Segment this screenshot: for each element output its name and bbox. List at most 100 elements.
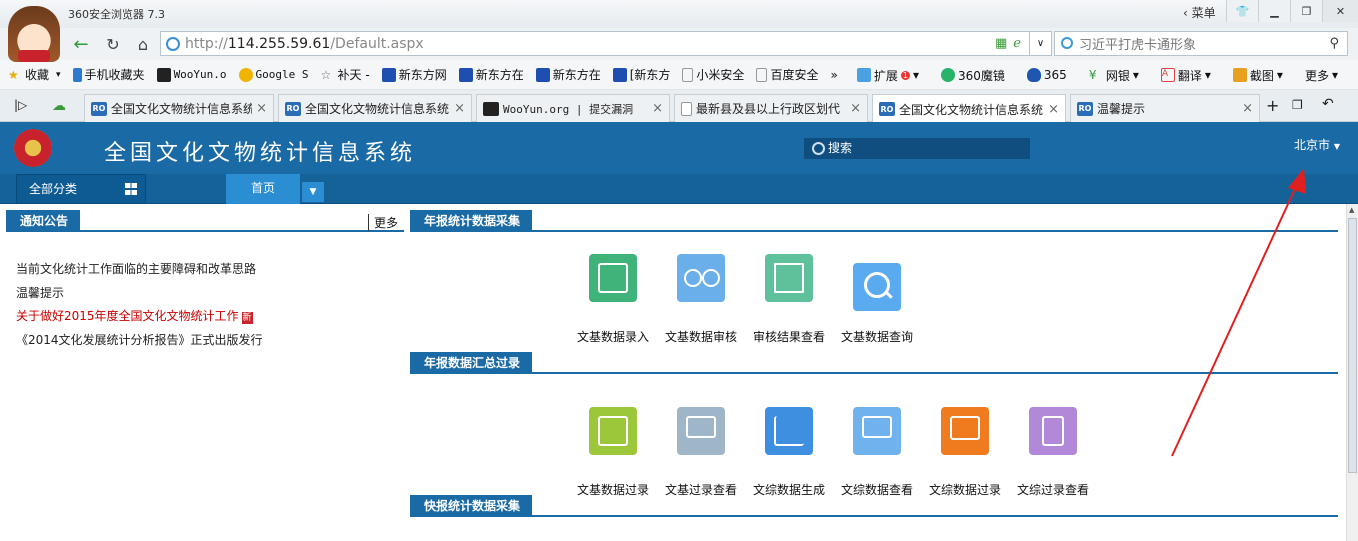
tab-favicon xyxy=(483,101,499,116)
wooyun-icon xyxy=(156,67,171,82)
region-selector[interactable]: 北京市 ▼ xyxy=(1294,136,1340,153)
user-avatar[interactable] xyxy=(8,6,60,62)
shield-icon xyxy=(1026,68,1041,82)
url-input[interactable]: http://114.255.59.61/Default.aspx ▦ ℯ xyxy=(160,31,1030,56)
back-icon[interactable]: ← xyxy=(68,32,94,56)
tile-basic-transcribe-view[interactable]: 文基过录查看 xyxy=(656,407,746,498)
fav-overflow-icon[interactable]: » xyxy=(830,68,837,82)
fav-item[interactable]: ☆ 补天 - xyxy=(321,66,370,83)
close-tab-icon[interactable]: × xyxy=(1048,102,1059,117)
site-header: 全国文化文物统计信息系统 搜索 北京市 ▼ xyxy=(0,122,1358,174)
more-link[interactable]: 更多 xyxy=(367,214,398,231)
url-dropdown-icon[interactable]: ∨ xyxy=(1030,31,1052,56)
browser-tab[interactable]: RO 全国文化文物统计信息系统 × xyxy=(84,94,274,122)
all-categories-button[interactable]: 全部分类 xyxy=(16,174,146,204)
close-tab-icon[interactable]: × xyxy=(652,101,663,116)
sidebar-toggle-icon[interactable]: |▷ xyxy=(14,98,27,112)
close-icon[interactable]: ✕ xyxy=(1322,0,1358,22)
online-banking-button[interactable]: ¥ 网银 ▾ xyxy=(1089,67,1139,84)
chevron-down-icon[interactable]: ▼ xyxy=(302,182,324,202)
national-emblem-icon xyxy=(14,129,52,167)
fav-item[interactable]: 新东方网 xyxy=(381,66,447,83)
browser-titlebar: 360安全浏览器 7.3 ‹ 菜单 👕 ▁ ❐ ✕ xyxy=(0,0,1358,28)
skin-icon[interactable]: 👕 xyxy=(1226,0,1258,22)
fav-item[interactable]: 新东方在 xyxy=(535,66,601,83)
fav-item[interactable]: 手机收藏夹 xyxy=(72,66,145,83)
notice-item[interactable]: 温馨提示 xyxy=(16,282,263,306)
globe-icon xyxy=(166,37,180,51)
google-icon xyxy=(238,67,253,82)
cloud-icon[interactable]: ☁ xyxy=(52,98,66,114)
translate-button[interactable]: A 翻译 ▾ xyxy=(1160,67,1211,84)
tab-home[interactable]: 首页 xyxy=(226,174,300,204)
bar-chart-icon xyxy=(941,407,989,455)
tile-basic-data-entry[interactable]: 文基数据录入 xyxy=(568,254,658,345)
tile-composite-data-view[interactable]: 文综数据查看 xyxy=(832,407,922,498)
system-title: 全国文化文物统计信息系统 xyxy=(104,141,417,166)
search-input[interactable]: 习近平打虎卡通形象 ⚲ xyxy=(1054,31,1348,56)
chart-area-icon xyxy=(589,407,637,455)
main-content: 通知公告 更多 当前文化统计工作面临的主要障碍和改革思路 温馨提示 关于做好20… xyxy=(0,204,1346,541)
close-tab-icon[interactable]: × xyxy=(256,101,267,116)
tab-favicon xyxy=(681,101,692,116)
scroll-up-icon[interactable]: ▲ xyxy=(1349,206,1354,214)
browser-tab[interactable]: RO 全国文化文物统计信息系统 × xyxy=(278,94,472,122)
phone-icon xyxy=(72,67,82,82)
section-header: 年报数据汇总过录 xyxy=(410,352,1338,374)
ie-mode-icon[interactable]: ℯ xyxy=(1013,36,1021,51)
qrcode-icon[interactable]: ▦ xyxy=(995,36,1007,51)
magic-mirror-button[interactable]: 360魔镜 xyxy=(941,67,1005,84)
browser-tab[interactable]: WooYun.org | 提交漏洞 × xyxy=(476,94,670,122)
365-button[interactable]: 365 xyxy=(1026,68,1067,82)
paw-icon xyxy=(458,67,473,82)
magnifier-icon xyxy=(853,263,901,311)
monitor-search-icon xyxy=(677,407,725,455)
tile-basic-data-query[interactable]: 文基数据查询 xyxy=(832,263,922,345)
browser-tab[interactable]: 最新县及县以上行政区划代 × xyxy=(674,94,868,122)
tile-composite-data-generate[interactable]: 文综数据生成 xyxy=(744,407,834,498)
extensions-button[interactable]: 扩展 1 ▾ xyxy=(856,67,919,84)
search-icon[interactable]: ⚲ xyxy=(1329,36,1339,51)
close-tab-icon[interactable]: × xyxy=(454,101,465,116)
tab-bar: |▷ ☁ RO 全国文化文物统计信息系统 × RO 全国文化文物统计信息系统 × Woo… xyxy=(0,90,1358,123)
paw-icon xyxy=(612,67,627,82)
screenshot-button[interactable]: 截图 ▾ xyxy=(1232,67,1283,84)
favorites-button[interactable]: ★ 收藏 ▾ xyxy=(8,66,61,83)
notice-item[interactable]: 当前文化统计工作面临的主要障碍和改革思路 xyxy=(16,258,263,282)
vertical-scrollbar[interactable]: ▲ xyxy=(1346,204,1358,541)
tile-review-result[interactable]: 审核结果查看 xyxy=(744,254,834,345)
close-tab-icon[interactable]: × xyxy=(850,101,861,116)
fav-item[interactable]: Google S xyxy=(238,67,309,82)
glasses-icon xyxy=(677,254,725,302)
maximize-icon[interactable]: ❐ xyxy=(1290,0,1322,22)
browser-tab-active[interactable]: RO 全国文化文物统计信息系统 × xyxy=(872,94,1066,123)
refresh-icon[interactable]: ↻ xyxy=(100,32,126,56)
fav-item[interactable]: WooYun.o xyxy=(156,67,227,82)
new-tab-icon[interactable]: + xyxy=(1266,96,1279,115)
fav-item[interactable]: 百度安全 xyxy=(756,66,818,83)
notice-item[interactable]: 《2014文化发展统计分析报告》正式出版发行 xyxy=(16,329,263,353)
tile-basic-data-transcribe[interactable]: 文基数据过录 xyxy=(568,407,658,498)
tile-composite-data-transcribe[interactable]: 文综数据过录 xyxy=(920,407,1010,498)
magic-mirror-icon xyxy=(941,68,955,82)
site-search-input[interactable]: 搜索 xyxy=(804,138,1030,159)
tile-composite-transcribe-view[interactable]: 文综过录查看 xyxy=(1008,407,1098,498)
fav-item[interactable]: 小米安全 xyxy=(682,66,744,83)
close-tab-icon[interactable]: × xyxy=(1242,101,1253,116)
minimize-icon[interactable]: ▁ xyxy=(1258,0,1290,22)
more-button[interactable]: 更多 ▾ xyxy=(1305,67,1338,84)
tile-basic-data-review[interactable]: 文基数据审核 xyxy=(656,254,746,345)
paw-icon xyxy=(535,67,550,82)
undo-close-icon[interactable]: ↶ xyxy=(1322,96,1334,112)
search-engine-icon[interactable] xyxy=(1061,37,1073,49)
scrollbar-thumb[interactable] xyxy=(1348,218,1357,473)
fav-item[interactable]: 新东方在 xyxy=(458,66,524,83)
fav-item[interactable]: [新东方 xyxy=(612,66,670,83)
home-icon[interactable]: ⌂ xyxy=(130,32,156,56)
notice-item-highlighted[interactable]: 关于做好2015年度全国文化文物统计工作新 xyxy=(16,305,263,329)
browser-tab[interactable]: RO 温馨提示 × xyxy=(1070,94,1260,122)
menu-button[interactable]: ‹ 菜单 xyxy=(1183,4,1216,21)
site-nav: 全部分类 首页 ▼ xyxy=(0,174,1358,204)
tab-list-icon[interactable]: ❐ xyxy=(1292,98,1303,112)
tab-favicon: RO xyxy=(285,101,301,116)
